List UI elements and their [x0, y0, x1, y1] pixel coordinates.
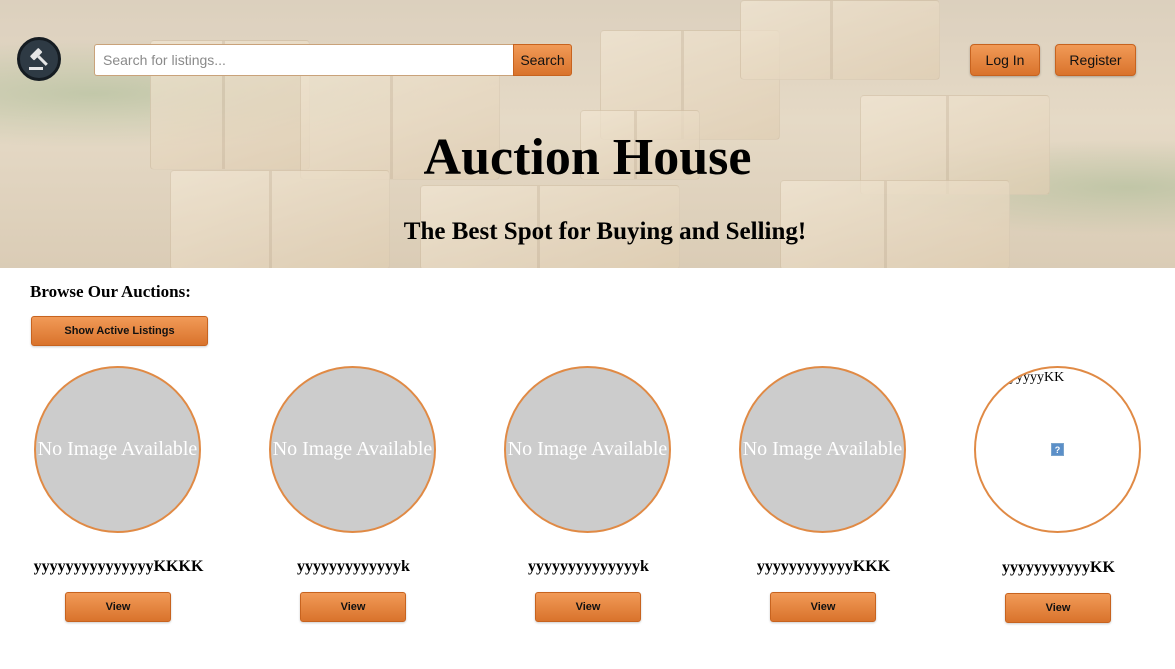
listing-title: yyyyyyyyyyyyyyyKKKK [33, 558, 204, 575]
hero-subtitle: The Best Spot for Buying and Selling! [403, 218, 807, 245]
listing-card: No Image Available yyyyyyyyyyyyyyyKKKK V… [34, 366, 269, 626]
listing-title: yyyyyyyyyyyKK [1002, 559, 1115, 576]
listing-image-placeholder[interactable]: No Image Available [504, 366, 671, 533]
view-button[interactable]: View [1005, 593, 1111, 623]
search-button[interactable]: Search [513, 44, 572, 76]
listing-title: yyyyyyyyyyyyyk [297, 558, 410, 575]
listing-title: yyyyyyyyyyyyyyk [528, 558, 649, 575]
listing-image-placeholder[interactable]: No Image Available [739, 366, 906, 533]
listing-card: No Image Available yyyyyyyyyyyyKKK View [739, 366, 974, 626]
no-image-text: No Image Available [742, 438, 903, 460]
broken-image-icon: ? [1051, 443, 1064, 456]
view-button[interactable]: View [535, 592, 641, 622]
search-input[interactable] [94, 44, 514, 76]
listing-title: yyyyyyyyyyyyKKK [756, 558, 891, 575]
no-image-text: No Image Available [272, 438, 433, 460]
listing-image-placeholder[interactable]: No Image Available [269, 366, 436, 533]
hero-banner: Search Log In Register Auction House The… [0, 0, 1175, 268]
login-button[interactable]: Log In [970, 44, 1040, 76]
listing-image-placeholder[interactable]: No Image Available [34, 366, 201, 533]
browse-heading: Browse Our Auctions: [30, 282, 191, 301]
listing-image[interactable]: yyyyyKK ? [974, 366, 1141, 533]
view-button[interactable]: View [770, 592, 876, 622]
no-image-text: No Image Available [37, 438, 198, 460]
view-button[interactable]: View [300, 592, 406, 622]
view-button[interactable]: View [65, 592, 171, 622]
listing-card: No Image Available yyyyyyyyyyyyyyk View [504, 366, 739, 626]
image-alt-text: yyyyyKK [1009, 370, 1065, 385]
listing-card: No Image Available yyyyyyyyyyyyyk View [269, 366, 504, 626]
gavel-logo-icon[interactable] [17, 37, 61, 81]
hero-title: Auction House [423, 129, 752, 186]
show-active-listings-button[interactable]: Show Active Listings [31, 316, 208, 346]
register-button[interactable]: Register [1055, 44, 1136, 76]
no-image-text: No Image Available [507, 438, 668, 460]
listing-card: yyyyyKK ? yyyyyyyyyyyKK View [974, 366, 1175, 626]
